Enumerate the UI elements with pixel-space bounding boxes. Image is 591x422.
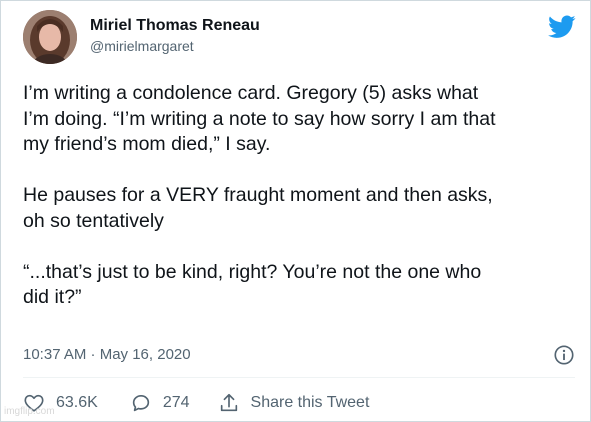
action-bar: 63.6K 274 Share this Tweet <box>23 391 369 415</box>
reply-button[interactable]: 274 <box>130 392 190 414</box>
reply-count: 274 <box>162 394 190 411</box>
divider <box>23 377 575 378</box>
tweet-timestamp[interactable]: 10:37 AM · May 16, 2020 <box>23 346 191 363</box>
avatar-photo <box>23 10 77 64</box>
reply-icon <box>132 395 149 412</box>
share-button[interactable]: Share this Tweet <box>218 392 370 414</box>
tweet-paragraph: I’m writing a condolence card. Gregory (… <box>23 82 496 155</box>
watermark: imgflip.com <box>4 406 55 417</box>
tweet-text: I’m writing a condolence card. Gregory (… <box>23 81 573 311</box>
twitter-bird-icon[interactable] <box>548 15 576 39</box>
info-icon[interactable] <box>553 344 575 366</box>
tweet-paragraph: “...that’s just to be kind, right? You’r… <box>23 260 482 309</box>
share-label: Share this Tweet <box>250 394 370 411</box>
tweet-paragraph: He pauses for a VERY fraught moment and … <box>23 184 493 232</box>
avatar[interactable] <box>23 10 77 64</box>
share-icon <box>220 393 237 412</box>
tweet-card: Miriel Thomas Reneau @mirielmargaret I’m… <box>0 0 591 422</box>
author-name[interactable]: Miriel Thomas Reneau <box>90 17 260 35</box>
like-count: 63.6K <box>56 394 98 411</box>
author-handle[interactable]: @mirielmargaret <box>90 38 194 54</box>
